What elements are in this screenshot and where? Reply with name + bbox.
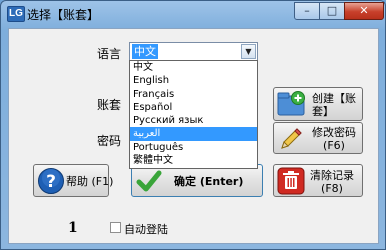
help-button[interactable]: ? 帮助 (F1) bbox=[33, 164, 113, 197]
create-account-button[interactable]: 创建【账 套】 bbox=[273, 87, 363, 121]
clear-records-button[interactable]: 清除记录 (F8) bbox=[273, 164, 363, 197]
language-option[interactable]: Français bbox=[130, 88, 257, 101]
window-title: 选择【账套】 bbox=[27, 8, 100, 22]
chevron-down-icon[interactable]: ▼ bbox=[241, 44, 256, 59]
language-option[interactable]: Русский язык bbox=[130, 114, 257, 127]
language-label: 语言 bbox=[97, 47, 122, 61]
language-option[interactable]: 中文 bbox=[130, 61, 257, 74]
password-label: 密码 bbox=[97, 134, 122, 148]
app-logo-icon: LG bbox=[7, 6, 25, 22]
account-label: 账套 bbox=[97, 98, 122, 112]
language-option[interactable]: Español bbox=[130, 101, 257, 114]
checkmark-icon bbox=[136, 170, 162, 192]
language-option-highlighted[interactable]: العربية bbox=[130, 127, 257, 141]
title-bar[interactable]: LG 选择【账套】 – □ ✕ bbox=[1, 1, 385, 27]
login-window: LG 选择【账套】 – □ ✕ 语言 账套 密码 中文 ▼ 中文 English… bbox=[0, 0, 386, 250]
close-button[interactable]: ✕ bbox=[344, 2, 384, 20]
language-option[interactable]: Português bbox=[130, 141, 257, 154]
change-password-button[interactable]: 修改密码 (F6) bbox=[273, 122, 363, 154]
auto-login-label[interactable]: 自动登陆 bbox=[124, 221, 168, 237]
help-label: 帮助 (F1) bbox=[66, 175, 114, 188]
language-select[interactable]: 中文 ▼ bbox=[129, 42, 258, 61]
clear-records-label: 清除记录 (F8) bbox=[310, 169, 354, 195]
confirm-label: 确定 (Enter) bbox=[174, 175, 244, 188]
pencil-icon bbox=[281, 128, 302, 149]
account-count: 1 bbox=[68, 220, 78, 236]
add-folder-icon bbox=[277, 91, 305, 116]
maximize-button[interactable]: □ bbox=[319, 2, 345, 20]
change-password-label: 修改密码 (F6) bbox=[312, 126, 356, 152]
trash-icon bbox=[277, 167, 305, 195]
language-dropdown-list[interactable]: 中文 English Français Español Русский язык… bbox=[129, 60, 258, 169]
language-option[interactable]: English bbox=[130, 74, 257, 87]
svg-text:?: ? bbox=[46, 172, 56, 192]
language-select-value: 中文 bbox=[132, 44, 158, 59]
minimize-button[interactable]: – bbox=[294, 2, 320, 20]
language-option[interactable]: 繁體中文 bbox=[130, 154, 257, 167]
help-icon: ? bbox=[38, 168, 64, 194]
create-account-label: 创建【账 套】 bbox=[312, 92, 356, 118]
auto-login-checkbox[interactable] bbox=[110, 222, 121, 233]
